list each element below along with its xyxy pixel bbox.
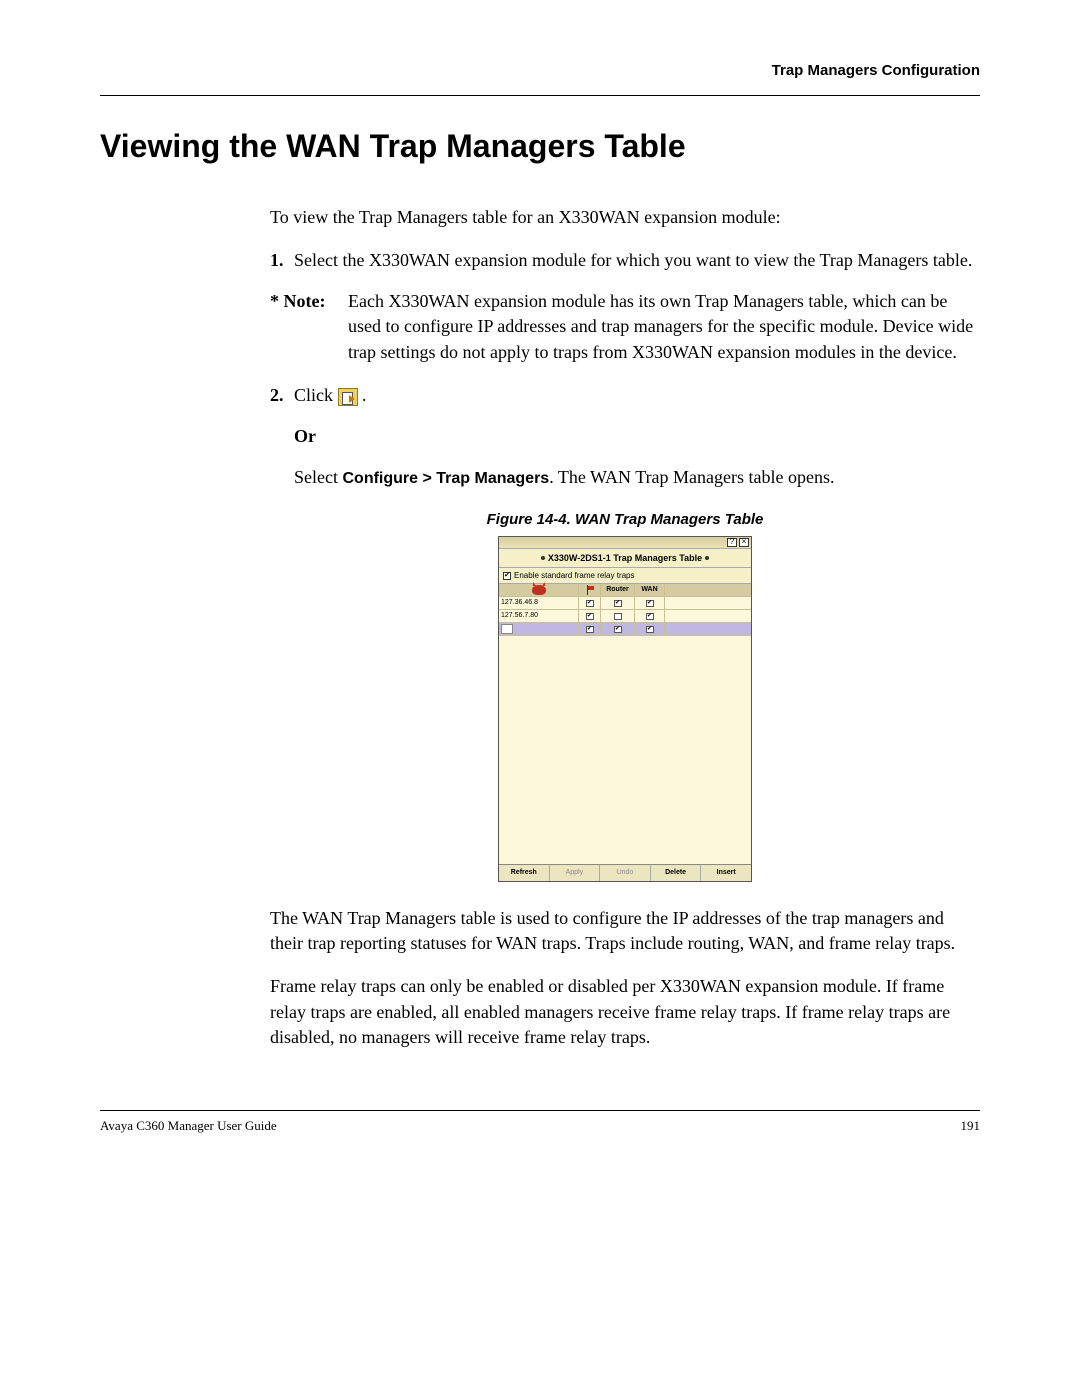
- step-2-number: 2.: [270, 383, 294, 408]
- col-ip-header: [499, 584, 579, 596]
- flag-icon: [585, 585, 595, 595]
- col-flag-header: [579, 584, 601, 596]
- select-post: . The WAN Trap Managers table opens.: [549, 467, 834, 487]
- step-1-number: 1.: [270, 248, 294, 273]
- trap-managers-window: ? × X330W-2DS1-1 Trap Managers Table ✔ E…: [498, 536, 752, 883]
- footer-page-number: 191: [961, 1117, 981, 1135]
- figure-caption: Figure 14-4. WAN Trap Managers Table: [270, 509, 980, 530]
- col-router-header: Router: [601, 584, 635, 596]
- wan-checkbox[interactable]: ✔: [646, 626, 654, 633]
- wan-checkbox[interactable]: ✔: [646, 600, 654, 607]
- note-block: * Note: Each X330WAN expansion module ha…: [270, 289, 980, 365]
- step-2-post: .: [362, 385, 367, 405]
- delete-button[interactable]: Delete: [651, 865, 702, 881]
- close-icon[interactable]: ×: [739, 538, 749, 547]
- router-checkbox[interactable]: ✔: [614, 626, 622, 633]
- ip-cell[interactable]: 127.56.7.80: [499, 610, 579, 622]
- frame-relay-checkbox-row[interactable]: ✔ Enable standard frame relay traps: [499, 568, 751, 584]
- step-1: 1. Select the X330WAN expansion module f…: [270, 248, 980, 273]
- trap-managers-toolbar-icon: [338, 388, 358, 406]
- col-wan-header: WAN: [635, 584, 665, 596]
- apply-button[interactable]: Apply: [550, 865, 601, 881]
- flag-checkbox[interactable]: ✔: [586, 613, 594, 620]
- page-footer: Avaya C360 Manager User Guide 191: [100, 1110, 980, 1135]
- table-row[interactable]: 127.56.7.80 ✔ ✔: [499, 610, 751, 623]
- router-checkbox[interactable]: ✔: [614, 600, 622, 607]
- step-2: 2. Click .: [270, 383, 980, 408]
- window-title-row: X330W-2DS1-1 Trap Managers Table: [499, 549, 751, 569]
- window-titlebar: ? ×: [499, 537, 751, 549]
- window-title: X330W-2DS1-1 Trap Managers Table: [548, 552, 702, 565]
- footer-left: Avaya C360 Manager User Guide: [100, 1117, 277, 1135]
- intro-text: To view the Trap Managers table for an X…: [270, 205, 980, 230]
- ip-cell[interactable]: [499, 623, 579, 635]
- table-row[interactable]: 127.36.46.8 ✔ ✔ ✔: [499, 597, 751, 610]
- router-checkbox[interactable]: [614, 613, 622, 620]
- page-title: Viewing the WAN Trap Managers Table: [100, 124, 980, 169]
- paragraph-2: Frame relay traps can only be enabled or…: [270, 974, 980, 1050]
- title-right-dot-icon: [705, 556, 709, 560]
- table-row-new[interactable]: ✔ ✔ ✔: [499, 623, 751, 636]
- step-2-pre: Click: [294, 385, 338, 405]
- step-2-text: Click .: [294, 383, 980, 408]
- step-1-text: Select the X330WAN expansion module for …: [294, 248, 980, 273]
- flag-checkbox[interactable]: ✔: [586, 626, 594, 633]
- or-label: Or: [294, 424, 980, 449]
- wan-checkbox[interactable]: ✔: [646, 613, 654, 620]
- ip-cell[interactable]: 127.36.46.8: [499, 597, 579, 609]
- paragraph-1: The WAN Trap Managers table is used to c…: [270, 906, 980, 956]
- select-pre: Select: [294, 467, 342, 487]
- window-button-bar: Refresh Apply Undo Delete Insert: [499, 864, 751, 881]
- note-label: * Note:: [270, 289, 348, 365]
- flag-checkbox[interactable]: ✔: [586, 600, 594, 607]
- grid-header: Router WAN: [499, 584, 751, 597]
- undo-button[interactable]: Undo: [600, 865, 651, 881]
- title-left-dot-icon: [541, 556, 545, 560]
- menu-path: Configure > Trap Managers: [342, 470, 549, 487]
- frame-relay-label: Enable standard frame relay traps: [514, 570, 635, 581]
- select-instruction: Select Configure > Trap Managers. The WA…: [294, 465, 980, 490]
- manager-icon: [532, 585, 546, 595]
- insert-button[interactable]: Insert: [701, 865, 751, 881]
- note-text: Each X330WAN expansion module has its ow…: [348, 289, 980, 365]
- frame-relay-checkbox[interactable]: ✔: [503, 572, 511, 580]
- trap-managers-grid: Router WAN 127.36.46.8 ✔ ✔ ✔ 127.56.7.80…: [499, 584, 751, 864]
- refresh-button[interactable]: Refresh: [499, 865, 550, 881]
- help-icon[interactable]: ?: [727, 538, 737, 547]
- section-header: Trap Managers Configuration: [100, 60, 980, 96]
